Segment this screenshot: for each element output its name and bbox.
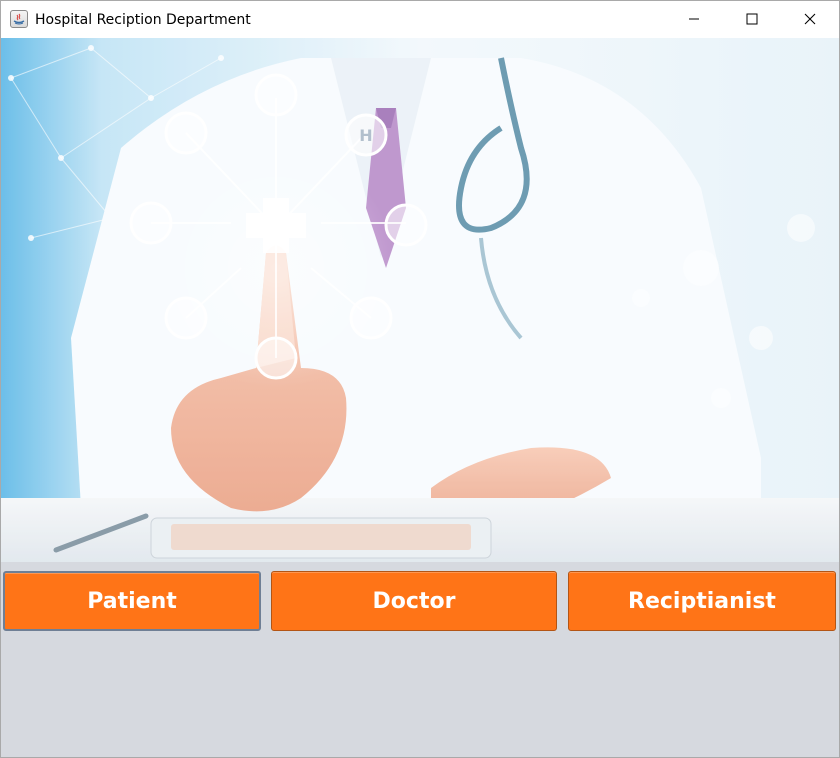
empty-panel-area bbox=[1, 641, 839, 757]
app-window: Hospital Reciption Department H Patient … bbox=[0, 0, 840, 758]
receptionist-button[interactable]: Reciptianist bbox=[568, 571, 836, 631]
minimize-icon bbox=[688, 10, 700, 29]
maximize-icon bbox=[746, 10, 758, 29]
patient-button[interactable]: Patient bbox=[3, 571, 261, 631]
minimize-button[interactable] bbox=[665, 1, 723, 38]
title-bar[interactable]: Hospital Reciption Department bbox=[1, 1, 839, 38]
window-title: Hospital Reciption Department bbox=[35, 12, 251, 28]
maximize-button[interactable] bbox=[723, 1, 781, 38]
java-app-icon bbox=[10, 10, 28, 28]
close-icon bbox=[804, 10, 816, 29]
doctor-banner-image: H bbox=[1, 38, 839, 562]
doctor-button[interactable]: Doctor bbox=[271, 571, 557, 631]
close-button[interactable] bbox=[781, 1, 839, 38]
